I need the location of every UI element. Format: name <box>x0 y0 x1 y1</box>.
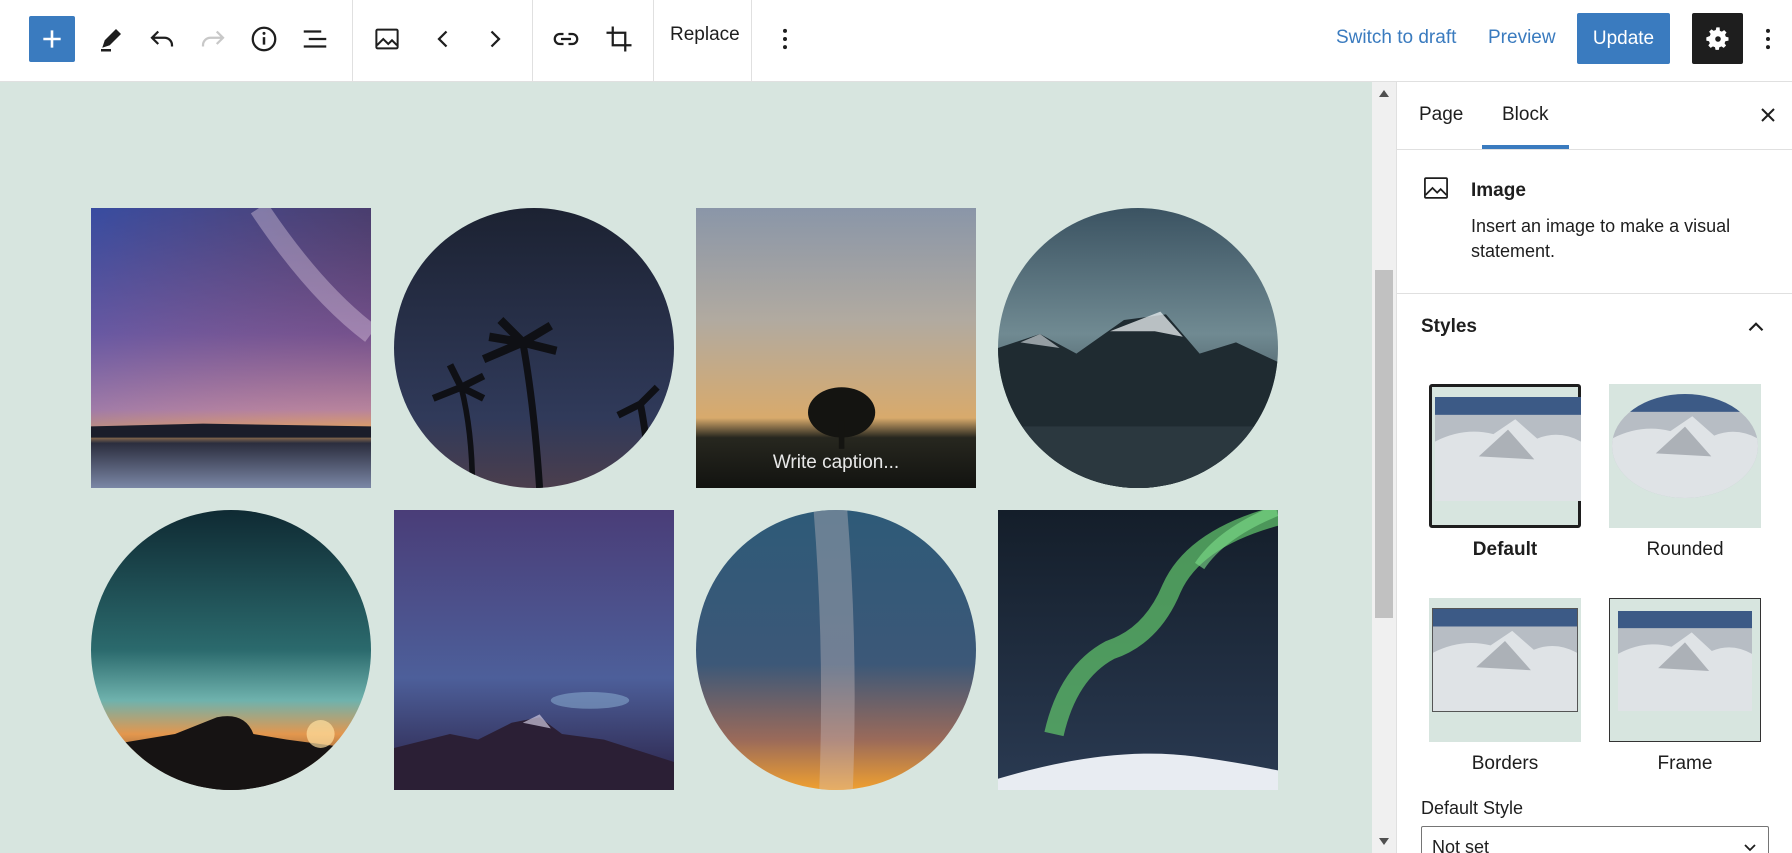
preview-button[interactable]: Preview <box>1488 27 1556 49</box>
crop-button[interactable] <box>596 16 642 62</box>
scroll-down-arrow-icon[interactable] <box>1372 831 1396 853</box>
style-preview <box>1609 384 1761 528</box>
sidebar-tabs: Page Block <box>1397 82 1792 150</box>
image-caption-placeholder[interactable]: Write caption... <box>696 452 976 474</box>
tools-button[interactable] <box>88 16 134 62</box>
redo-button[interactable] <box>190 16 236 62</box>
styles-panel-title: Styles <box>1421 316 1477 337</box>
photo-milky-way-lake <box>91 208 371 488</box>
photo-starry-peaks <box>394 510 674 790</box>
default-style-value: Not set <box>1432 837 1490 853</box>
pen-icon <box>101 29 121 52</box>
close-sidebar-button[interactable] <box>1753 100 1783 130</box>
chevron-up-icon <box>1748 322 1764 332</box>
default-style-select[interactable]: Not set <box>1421 826 1769 853</box>
photo-half-dome <box>91 510 371 790</box>
image-icon <box>1424 177 1448 199</box>
close-icon <box>1761 108 1775 122</box>
styles-panel-toggle[interactable]: Styles <box>1397 294 1792 360</box>
editor-toolbar: Replace Switch to draft Preview Update <box>0 0 1792 82</box>
block-options-button[interactable] <box>762 16 808 62</box>
preview-image <box>1612 394 1758 498</box>
list-view-icon <box>303 30 327 48</box>
photo-aurora <box>998 510 1278 790</box>
block-card: Image Insert an image to make a visual s… <box>1397 150 1792 294</box>
gallery-image-starry-peaks[interactable] <box>394 510 674 790</box>
toolbar-divider <box>653 0 654 81</box>
style-option-label: Borders <box>1471 753 1539 774</box>
undo-button[interactable] <box>139 16 185 62</box>
preview-image <box>1435 397 1581 501</box>
undo-icon <box>150 30 174 47</box>
details-button[interactable] <box>241 16 287 62</box>
more-vertical-icon <box>783 28 787 50</box>
preview-image <box>1432 608 1578 712</box>
chevron-left-icon <box>437 30 448 48</box>
more-vertical-icon <box>1766 28 1770 50</box>
image-icon <box>375 28 399 50</box>
update-button[interactable]: Update <box>1577 13 1670 64</box>
block-title: Image <box>1471 180 1526 201</box>
style-option-label: Rounded <box>1646 539 1724 560</box>
style-preview <box>1429 384 1581 528</box>
settings-button[interactable] <box>1692 13 1743 64</box>
photo-palm-trees <box>394 208 674 488</box>
gallery-image-lone-tree[interactable]: Write caption... <box>696 208 976 488</box>
gallery-image-milky-way-lake[interactable] <box>91 208 371 488</box>
scroll-up-arrow-icon[interactable] <box>1372 82 1396 104</box>
photo-milky-way-glow <box>696 510 976 790</box>
link-icon <box>553 32 579 46</box>
photo-mountains <box>998 208 1278 488</box>
editor-canvas: Write caption... <box>0 82 1372 853</box>
chevron-down-icon <box>1744 844 1756 852</box>
settings-sidebar: Page Block Image Insert an image to make… <box>1396 82 1792 853</box>
chevron-right-icon <box>490 30 501 48</box>
info-icon <box>251 26 277 52</box>
block-description: Insert an image to make a visual stateme… <box>1471 216 1731 261</box>
preview-image <box>1618 611 1752 711</box>
add-block-button[interactable] <box>29 16 75 62</box>
photo-lone-tree <box>696 208 976 488</box>
gallery-image-milky-way-glow[interactable] <box>696 510 976 790</box>
redo-icon <box>201 30 225 47</box>
style-preview <box>1429 598 1581 742</box>
list-view-button[interactable] <box>292 16 338 62</box>
plus-icon <box>43 30 61 48</box>
style-preview <box>1609 598 1761 742</box>
tab-block[interactable]: Block <box>1502 104 1548 126</box>
toolbar-divider <box>751 0 752 81</box>
link-button[interactable] <box>543 16 589 62</box>
move-right-button[interactable] <box>471 16 517 62</box>
move-left-button[interactable] <box>421 16 467 62</box>
active-tab-indicator <box>1482 145 1569 149</box>
gallery-image-half-dome[interactable] <box>91 510 371 790</box>
style-option-label: Frame <box>1657 753 1713 774</box>
gallery-image-palm-trees[interactable] <box>394 208 674 488</box>
block-type-button[interactable] <box>364 16 410 62</box>
switch-to-draft-button[interactable]: Switch to draft <box>1336 27 1456 49</box>
toolbar-divider <box>532 0 533 81</box>
toolbar-divider <box>352 0 353 81</box>
tab-page[interactable]: Page <box>1419 104 1463 126</box>
crop-icon <box>606 26 632 52</box>
scrollbar-thumb[interactable] <box>1375 270 1393 618</box>
options-menu-button[interactable] <box>1746 16 1790 62</box>
gallery-image-aurora[interactable] <box>998 510 1278 790</box>
gear-icon <box>1705 26 1728 50</box>
canvas-scrollbar[interactable] <box>1372 82 1396 853</box>
replace-button[interactable]: Replace <box>670 24 740 46</box>
gallery-image-mountains[interactable] <box>998 208 1278 488</box>
style-option-label: Default <box>1472 539 1538 560</box>
default-style-label: Default Style <box>1421 798 1524 818</box>
